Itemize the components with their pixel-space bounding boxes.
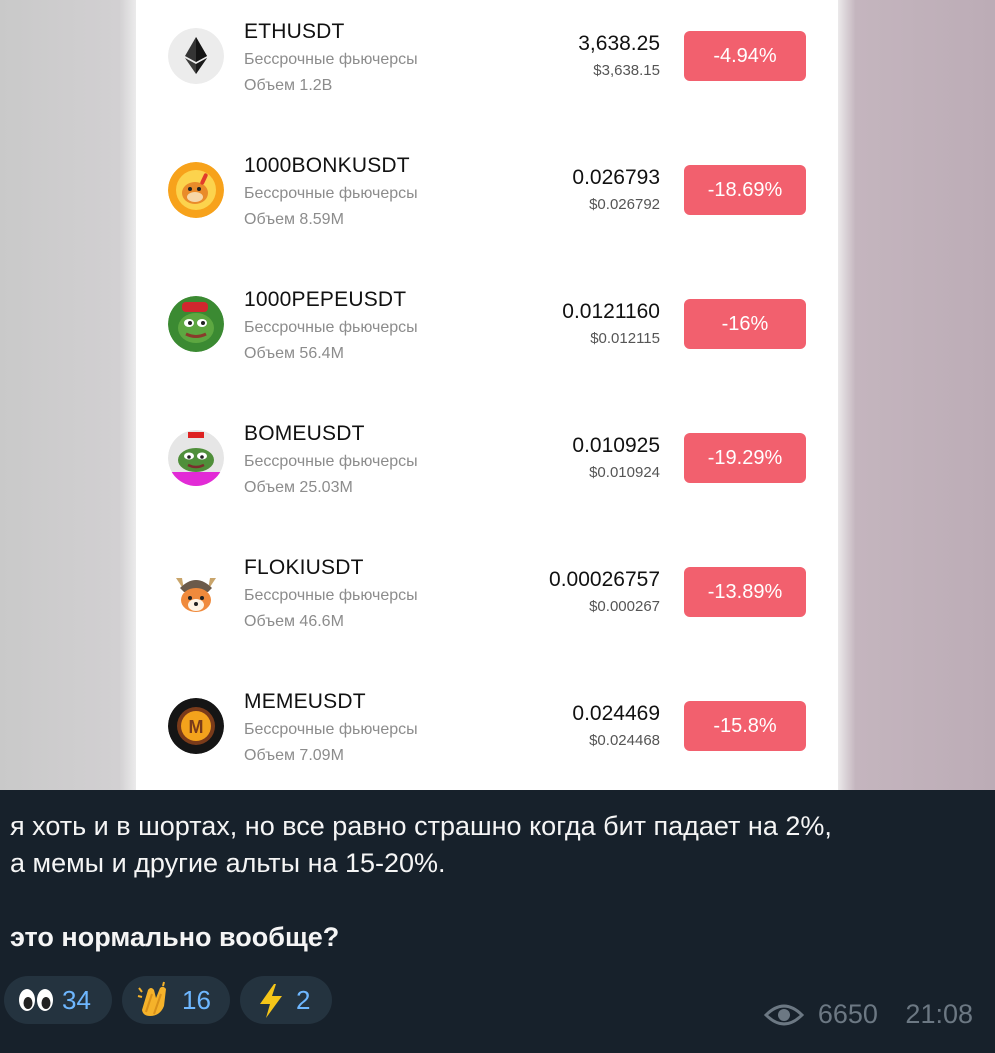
message-line: я хоть и в шортах, но все равно страшно … [10, 811, 832, 841]
ticker-symbol: 1000PEPEUSDT [244, 288, 407, 311]
usd-price: $0.026792 [589, 196, 660, 213]
last-price: 0.010925 [572, 434, 660, 457]
change-badge[interactable]: -13.89% [684, 567, 806, 617]
ethereum-icon [168, 28, 224, 84]
ticker-row[interactable]: ETHUSDT Бессрочные фьючерсы Объем 1.2B 3… [136, 0, 838, 134]
last-price: 0.0121160 [562, 300, 660, 323]
usd-price: $0.024468 [589, 732, 660, 749]
reaction-clapping[interactable]: 16 [122, 976, 230, 1024]
ticker-row[interactable]: 1000PEPEUSDT Бессрочные фьючерсы Объем 5… [136, 268, 838, 402]
message-question: это нормально вообще? [10, 922, 340, 952]
message-meta: 6650 21:08 [764, 998, 973, 1034]
contract-type: Бессрочные фьючерсы [244, 453, 418, 470]
embedded-screenshot: ETHUSDT Бессрочные фьючерсы Объем 1.2B 3… [0, 0, 995, 790]
change-badge[interactable]: -18.69% [684, 165, 806, 215]
ticker-symbol: BOMEUSDT [244, 422, 365, 445]
change-badge[interactable]: -15.8% [684, 701, 806, 751]
ticker-list: ETHUSDT Бессрочные фьючерсы Объем 1.2B 3… [136, 0, 838, 790]
message-line: а мемы и другие альты на 15-20%. [10, 848, 446, 878]
change-badge[interactable]: -16% [684, 299, 806, 349]
ticker-symbol: FLOKIUSDT [244, 556, 364, 579]
last-price: 0.026793 [572, 166, 660, 189]
ticker-row[interactable]: 1000BONKUSDT Бессрочные фьючерсы Объем 8… [136, 134, 838, 268]
contract-type: Бессрочные фьючерсы [244, 587, 418, 604]
message-time: 21:08 [905, 999, 973, 1030]
contract-type: Бессрочные фьючерсы [244, 319, 418, 336]
bome-icon [168, 430, 224, 486]
volume-label: Объем 56.4M [244, 345, 344, 362]
last-price: 0.024469 [572, 702, 660, 725]
volume-label: Объем 1.2B [244, 77, 333, 94]
volume-label: Объем 25.03M [244, 479, 353, 496]
change-badge[interactable]: -4.94% [684, 31, 806, 81]
reaction-count: 2 [296, 985, 311, 1015]
clapping-hands-icon [134, 976, 174, 1024]
reaction-count: 34 [62, 985, 91, 1015]
lightning-icon [252, 976, 292, 1024]
ticker-row[interactable]: BOMEUSDT Бессрочные фьючерсы Объем 25.03… [136, 402, 838, 536]
reaction-lightning[interactable]: 2 [240, 976, 332, 1024]
chat-message: я хоть и в шортах, но все равно страшно … [0, 790, 995, 1053]
contract-type: Бессрочные фьючерсы [244, 51, 418, 68]
ticker-symbol: 1000BONKUSDT [244, 154, 410, 177]
views-eye-icon [764, 1001, 805, 1029]
change-badge[interactable]: -19.29% [684, 433, 806, 483]
volume-label: Объем 8.59M [244, 211, 344, 228]
svg-text:M: M [189, 717, 204, 737]
usd-price: $0.010924 [589, 464, 660, 481]
ticker-row[interactable]: FLOKIUSDT Бессрочные фьючерсы Объем 46.6… [136, 536, 838, 670]
last-price: 0.00026757 [549, 568, 660, 591]
ticker-symbol: ETHUSDT [244, 20, 345, 43]
ticker-row[interactable]: M MEMEUSDT Бессрочные фьючерсы Объем 7.0… [136, 670, 838, 790]
floki-icon [168, 564, 224, 620]
bonk-icon [168, 162, 224, 218]
volume-label: Объем 7.09M [244, 747, 344, 764]
meme-icon: M [168, 698, 224, 754]
views-count: 6650 [817, 999, 878, 1030]
message-text: я хоть и в шортах, но все равно страшно … [10, 808, 985, 956]
pepe-icon [168, 296, 224, 352]
usd-price: $0.000267 [589, 598, 660, 615]
usd-price: $3,638.15 [593, 62, 660, 79]
contract-type: Бессрочные фьючерсы [244, 721, 418, 738]
eyes-icon [16, 976, 56, 1024]
contract-type: Бессрочные фьючерсы [244, 185, 418, 202]
reaction-count: 16 [182, 985, 211, 1015]
ticker-symbol: MEMEUSDT [244, 690, 366, 713]
volume-label: Объем 46.6M [244, 613, 344, 630]
usd-price: $0.012115 [590, 330, 660, 347]
reaction-eyes[interactable]: 34 [4, 976, 112, 1024]
last-price: 3,638.25 [578, 32, 660, 55]
